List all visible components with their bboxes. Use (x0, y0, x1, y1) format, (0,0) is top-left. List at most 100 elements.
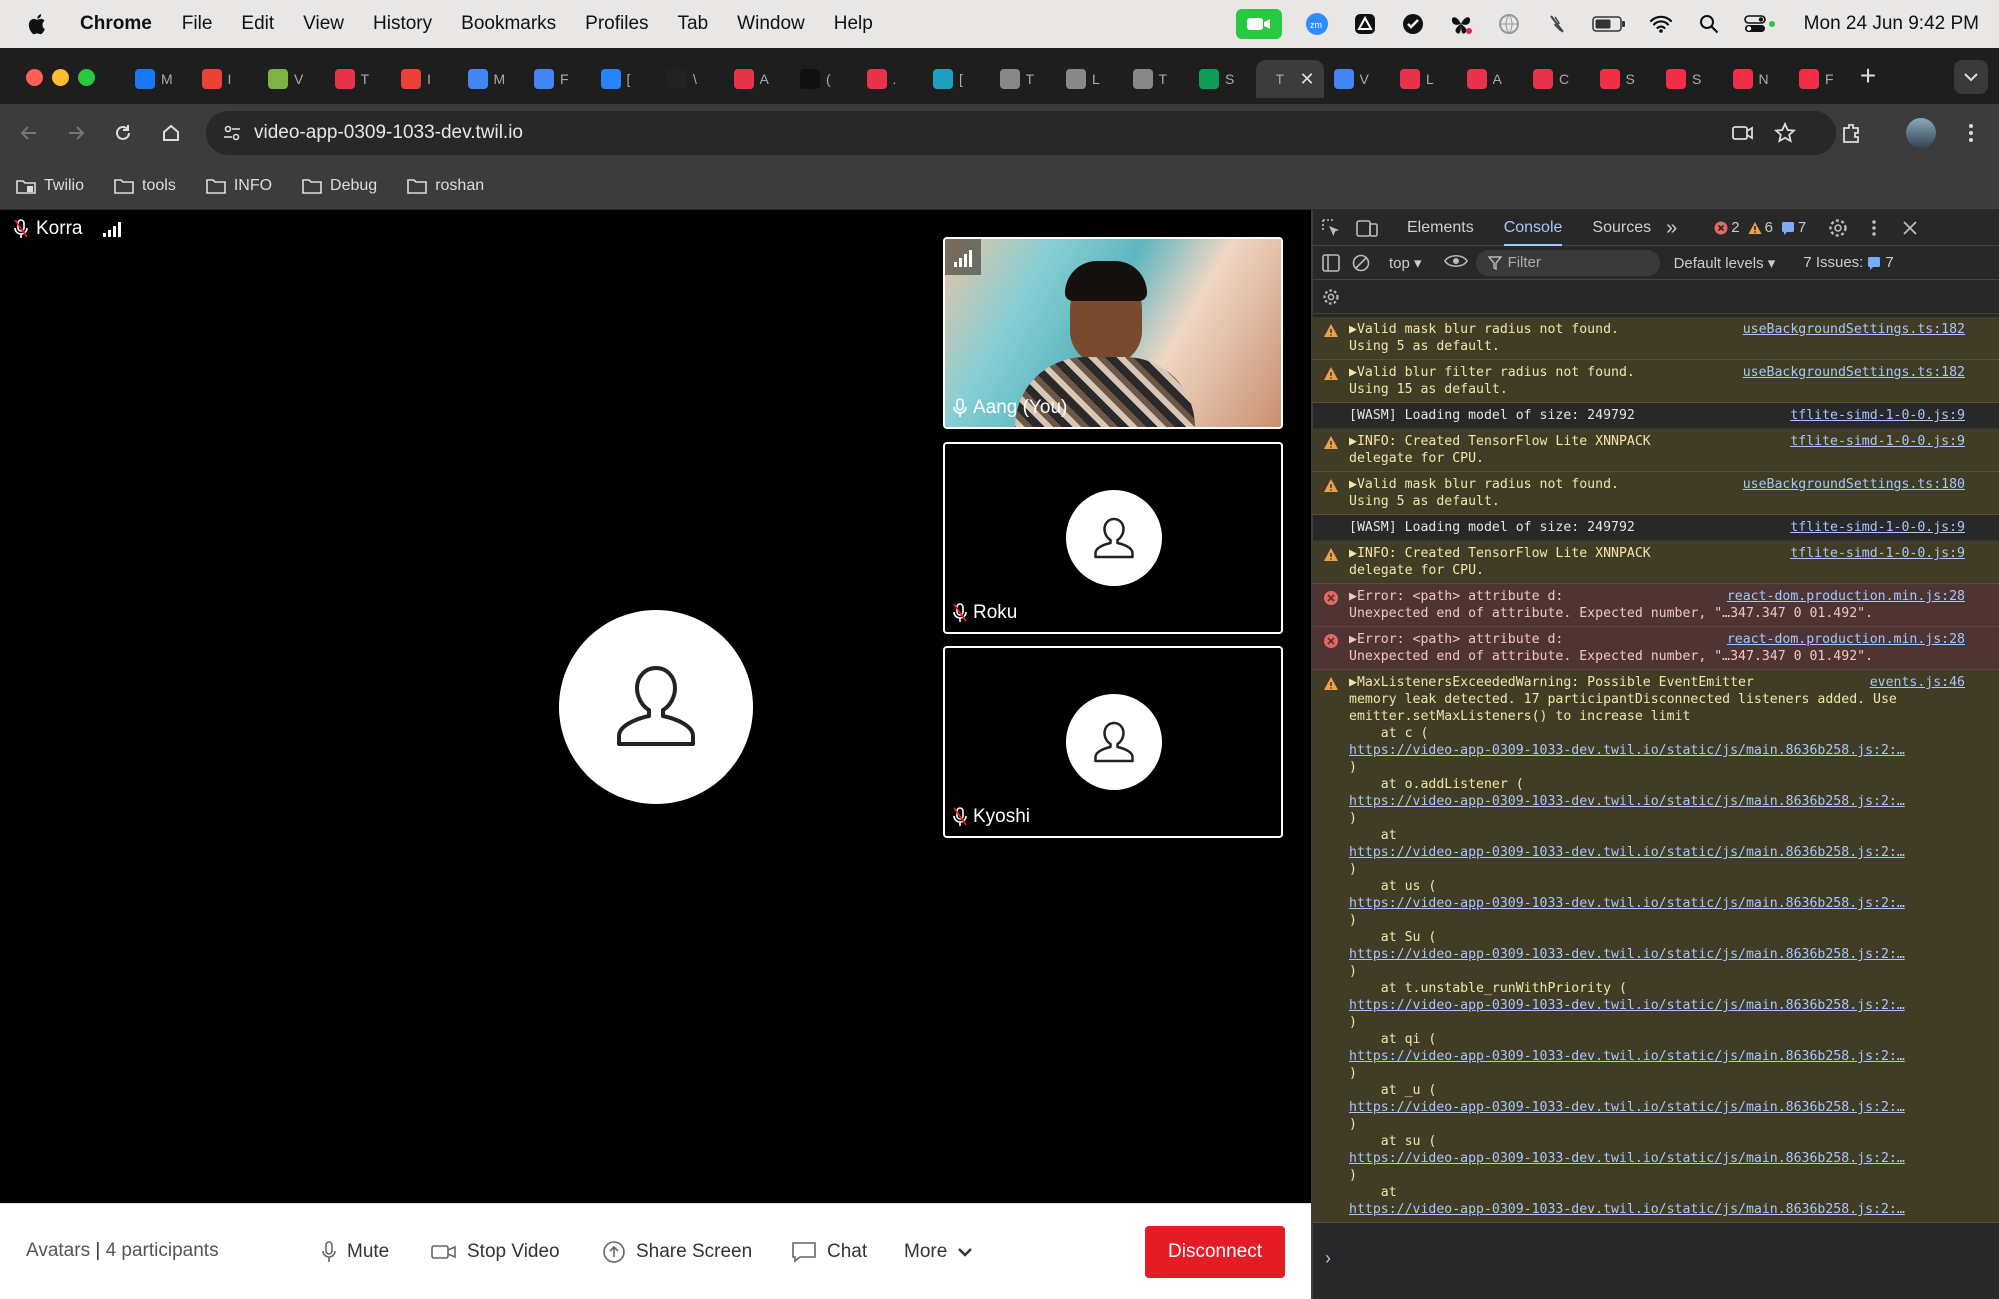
console-message[interactable]: ▶Valid mask blur radius not found. Using… (1313, 472, 1999, 515)
menu-window[interactable]: Window (737, 13, 805, 35)
bookmark-twilio[interactable]: Twilio (16, 177, 84, 195)
browser-tab[interactable]: V (1324, 60, 1391, 98)
participant-tile-kyoshi[interactable]: Kyoshi (943, 646, 1283, 838)
zoom-window-button[interactable] (78, 69, 95, 86)
bookmark-star-icon[interactable] (1770, 118, 1800, 148)
device-toolbar-icon[interactable] (1349, 210, 1385, 246)
menu-bookmarks[interactable]: Bookmarks (461, 13, 556, 35)
zoom-icon[interactable]: zm (1304, 13, 1330, 35)
browser-tab[interactable]: V (258, 60, 325, 98)
console-prompt[interactable]: › (1325, 1248, 1331, 1269)
browser-tab[interactable]: L (1056, 60, 1123, 98)
menu-tab[interactable]: Tab (678, 13, 709, 35)
source-link[interactable]: tflite-simd-1-0-0.js:9 (1790, 407, 1965, 424)
stack-frame-link[interactable]: https://video-app-0309-1033-dev.twil.io/… (1349, 997, 1993, 1014)
triangle-app-icon[interactable] (1352, 13, 1378, 35)
slash-icon[interactable] (1544, 13, 1570, 35)
forward-button[interactable] (61, 118, 91, 148)
menu-history[interactable]: History (373, 13, 432, 35)
bookmark-tools[interactable]: tools (114, 177, 176, 195)
chat-button[interactable]: Chat (783, 1228, 875, 1276)
browser-tab[interactable]: S (1656, 60, 1723, 98)
menu-file[interactable]: File (182, 13, 213, 35)
devtools-menu-icon[interactable] (1856, 210, 1892, 246)
console-message[interactable]: ▶INFO: Created TensorFlow Lite XNNPACK d… (1313, 541, 1999, 584)
console-message[interactable]: [WASM] Loading model of size: 249792 tfli… (1313, 403, 1999, 429)
browser-tab[interactable]: . (857, 60, 924, 98)
error-count[interactable]: 2 (1714, 219, 1740, 236)
browser-tab[interactable]: T ✕ (1255, 60, 1324, 98)
console-filter-input[interactable]: Filter (1475, 249, 1660, 276)
apple-icon[interactable] (26, 12, 50, 36)
clear-console-icon[interactable] (1349, 245, 1373, 281)
browser-tab[interactable]: L (1390, 60, 1457, 98)
participant-tile-roku[interactable]: Roku (943, 442, 1283, 634)
console-message[interactable]: [WASM] Loading model of size: 249792 tfli… (1313, 515, 1999, 541)
console-message[interactable]: ▶Valid blur filter radius not found. Usi… (1313, 360, 1999, 403)
menu-profiles[interactable]: Profiles (585, 13, 648, 35)
new-tab-button[interactable]: + (1852, 60, 1884, 92)
browser-tab[interactable]: S (1590, 60, 1657, 98)
close-tab-icon[interactable]: ✕ (1300, 69, 1315, 90)
clock[interactable]: Mon 24 Jun 9:42 PM (1804, 13, 1979, 35)
home-button[interactable] (156, 118, 186, 148)
disconnect-button[interactable]: Disconnect (1145, 1226, 1285, 1278)
globe-grey-icon[interactable] (1496, 13, 1522, 35)
warning-count[interactable]: 6 (1748, 219, 1773, 236)
stop-video-button[interactable]: Stop Video (423, 1228, 568, 1276)
reload-button[interactable] (108, 118, 138, 148)
bookmark-debug[interactable]: Debug (302, 177, 377, 195)
browser-tab[interactable]: S (1189, 60, 1256, 98)
tab-search-button[interactable] (1954, 60, 1988, 94)
stack-frame-link[interactable]: https://video-app-0309-1033-dev.twil.io/… (1349, 1150, 1993, 1167)
source-link[interactable]: tflite-simd-1-0-0.js:9 (1790, 519, 1965, 536)
source-link[interactable]: useBackgroundSettings.ts:182 (1743, 364, 1965, 381)
close-window-button[interactable] (26, 69, 43, 86)
stack-frame-link[interactable]: https://video-app-0309-1033-dev.twil.io/… (1349, 895, 1993, 912)
browser-tab[interactable]: I (391, 60, 458, 98)
log-levels-dropdown[interactable]: Default levels ▾ (1674, 254, 1776, 272)
browser-tab[interactable]: F (1789, 60, 1856, 98)
butterfly-icon[interactable] (1448, 13, 1474, 35)
close-devtools-icon[interactable] (1892, 210, 1928, 246)
search-icon[interactable] (1696, 13, 1722, 35)
browser-tab[interactable]: ( (790, 60, 857, 98)
browser-tab[interactable]: M (125, 60, 192, 98)
bookmark-roshan[interactable]: roshan (407, 177, 484, 195)
more-tabs-icon[interactable]: » (1666, 210, 1677, 246)
browser-tab[interactable]: C (1523, 60, 1590, 98)
browser-tab[interactable]: I (192, 60, 259, 98)
source-link[interactable]: tflite-simd-1-0-0.js:9 (1790, 433, 1965, 450)
browser-tab[interactable]: T (990, 60, 1057, 98)
back-button[interactable] (14, 118, 44, 148)
info-count[interactable]: 7 (1781, 219, 1806, 236)
source-link[interactable]: react-dom.production.min.js:28 (1727, 588, 1965, 605)
share-screen-button[interactable]: Share Screen (594, 1228, 760, 1276)
extensions-icon[interactable] (1836, 118, 1866, 148)
source-link[interactable]: events.js:46 (1870, 674, 1965, 691)
issues-button[interactable]: 7 Issues: 7 (1803, 254, 1893, 271)
site-info-icon[interactable] (218, 119, 246, 147)
more-button[interactable]: More (896, 1228, 981, 1276)
check-circle-icon[interactable] (1400, 13, 1426, 35)
source-link[interactable]: tflite-simd-1-0-0.js:9 (1790, 545, 1965, 562)
tab-sources[interactable]: Sources (1592, 210, 1651, 246)
profile-avatar[interactable] (1906, 118, 1936, 148)
browser-tab[interactable]: A (724, 60, 791, 98)
browser-menu-icon[interactable] (1956, 118, 1986, 148)
browser-tab[interactable]: M (458, 60, 525, 98)
browser-tab[interactable]: N (1723, 60, 1790, 98)
console-message[interactable]: ▶INFO: Created TensorFlow Lite XNNPACK d… (1313, 429, 1999, 472)
settings-gear-icon[interactable] (1820, 210, 1856, 246)
stack-frame-link[interactable]: https://video-app-0309-1033-dev.twil.io/… (1349, 946, 1993, 963)
console-message[interactable]: ▶MaxListenersExceededWarning: Possible E… (1313, 670, 1999, 1223)
menu-edit[interactable]: Edit (241, 13, 274, 35)
participant-tile-aang[interactable]: Aang (You) (943, 237, 1283, 429)
stack-frame-link[interactable]: https://video-app-0309-1033-dev.twil.io/… (1349, 793, 1993, 810)
browser-tab[interactable]: T (1123, 60, 1190, 98)
stack-frame-link[interactable]: https://video-app-0309-1033-dev.twil.io/… (1349, 1048, 1993, 1065)
address-bar[interactable]: video-app-0309-1033-dev.twil.io (206, 111, 1836, 155)
console-message[interactable]: ▶Valid mask blur radius not found. Using… (1313, 317, 1999, 360)
inspect-element-icon[interactable] (1313, 210, 1349, 246)
source-link[interactable]: react-dom.production.min.js:28 (1727, 631, 1965, 648)
